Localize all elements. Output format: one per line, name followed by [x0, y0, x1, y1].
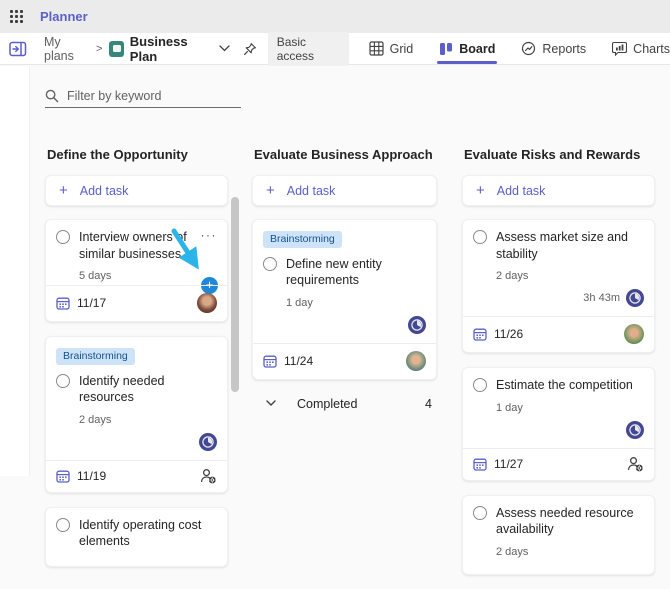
task-title: Estimate the competition: [496, 377, 644, 394]
due-date: 11/26: [494, 327, 523, 341]
tab-grid[interactable]: Grid: [369, 33, 414, 64]
top-app-bar: Planner: [0, 0, 670, 33]
task-checkbox[interactable]: [473, 378, 487, 392]
task-title: Interview owners of similar businesses: [79, 229, 192, 262]
view-tabs: Grid Board Reports: [369, 33, 670, 64]
bucket-title: Evaluate Risks and Rewards: [464, 147, 655, 162]
task-title: Assess market size and stability: [496, 229, 644, 262]
completed-label: Completed: [297, 397, 357, 411]
task-duration: 1 day: [286, 297, 426, 309]
add-task-button[interactable]: + Add task: [462, 175, 655, 206]
filter-field[interactable]: [45, 84, 241, 108]
bucket-title: Evaluate Business Approach: [254, 147, 437, 162]
assignee-avatar[interactable]: [624, 324, 644, 344]
time-status-icon: [408, 316, 426, 334]
task-title: Identify operating cost elements: [79, 517, 217, 550]
bucket-title: Define the Opportunity: [47, 147, 228, 162]
task-checkbox[interactable]: [56, 230, 70, 244]
completed-count: 4: [425, 397, 432, 411]
label-pill[interactable]: Brainstorming: [263, 231, 342, 248]
task-checkbox[interactable]: [473, 230, 487, 244]
task-checkbox[interactable]: [473, 506, 487, 520]
column-scrollbar[interactable]: [231, 197, 239, 392]
time-status-icon: [626, 289, 644, 307]
plan-header: My plans > Business Plan Basic access Gr…: [0, 33, 670, 65]
time-logged: 3h 43m: [583, 292, 620, 304]
calendar-icon: [56, 296, 70, 310]
task-title: Define new entity requirements: [286, 256, 426, 289]
task-card[interactable]: Assess needed resource availability 2 da…: [462, 495, 655, 575]
plus-icon: +: [476, 183, 485, 198]
assign-person-icon[interactable]: [627, 456, 644, 472]
assignee-avatar[interactable]: [406, 351, 426, 371]
planner-window: Planner My plans > Business Plan Basic a…: [0, 0, 670, 476]
more-icon[interactable]: ···: [201, 229, 218, 239]
time-status-icon: [199, 433, 217, 451]
left-rail: [0, 66, 30, 476]
task-duration: 1 day: [496, 402, 644, 414]
task-duration: 5 days: [79, 270, 217, 282]
plus-icon: +: [59, 183, 68, 198]
search-icon: [45, 89, 59, 103]
task-card[interactable]: Brainstorming Define new entity requirem…: [252, 219, 437, 380]
task-checkbox[interactable]: [263, 257, 277, 271]
task-duration: 2 days: [496, 270, 644, 282]
tab-board[interactable]: Board: [439, 33, 495, 64]
app-title[interactable]: Planner: [40, 9, 88, 24]
chevron-down-icon[interactable]: [219, 45, 230, 52]
completed-section-toggle[interactable]: Completed 4: [252, 397, 437, 411]
calendar-icon: [473, 457, 487, 471]
task-checkbox[interactable]: [56, 518, 70, 532]
task-card[interactable]: Interview owners of similar businesses ·…: [45, 219, 228, 322]
bucket-define-the-opportunity: Define the Opportunity + Add task Interv…: [45, 147, 228, 581]
breadcrumb-my-plans[interactable]: My plans: [44, 35, 89, 63]
task-title: Assess needed resource availability: [496, 505, 644, 538]
calendar-icon: [263, 354, 277, 368]
bucket-evaluate-risks-and-rewards: Evaluate Risks and Rewards + Add task As…: [462, 147, 655, 589]
board-icon: [439, 42, 453, 56]
task-card[interactable]: Brainstorming Identify needed resources …: [45, 336, 228, 493]
sidebar-toggle-icon[interactable]: [9, 41, 27, 57]
due-date: 11/27: [494, 457, 523, 471]
task-checkbox[interactable]: [56, 374, 70, 388]
calendar-icon: [473, 327, 487, 341]
tab-reports[interactable]: Reports: [521, 33, 586, 64]
charts-icon: [612, 41, 627, 56]
chevron-down-icon: [266, 400, 276, 407]
plan-title: Business Plan: [130, 34, 210, 64]
due-date: 11/24: [284, 354, 313, 368]
bucket-evaluate-business-approach: Evaluate Business Approach + Add task Br…: [252, 147, 437, 411]
plan-logo: [109, 41, 123, 57]
task-card[interactable]: Identify operating cost elements: [45, 507, 228, 567]
pin-icon[interactable]: [243, 42, 257, 56]
access-level-badge: Basic access: [268, 32, 349, 66]
app-launcher-icon[interactable]: [10, 10, 23, 23]
label-pill[interactable]: Brainstorming: [56, 348, 135, 365]
reports-icon: [521, 41, 536, 56]
plus-icon: +: [266, 183, 275, 198]
filter-input[interactable]: [67, 89, 227, 103]
task-duration: 2 days: [79, 414, 217, 426]
time-status-icon: [626, 421, 644, 439]
assignee-avatar[interactable]: [197, 293, 217, 313]
tab-charts[interactable]: Charts: [612, 33, 670, 64]
breadcrumb-separator: >: [96, 43, 102, 55]
task-duration: 2 days: [496, 546, 644, 558]
task-card[interactable]: Assess market size and stability 2 days …: [462, 219, 655, 353]
add-task-button[interactable]: + Add task: [252, 175, 437, 206]
task-title: Identify needed resources: [79, 373, 217, 406]
due-date: 11/17: [77, 296, 106, 310]
add-task-button[interactable]: + Add task: [45, 175, 228, 206]
task-card[interactable]: Estimate the competition 1 day 11/27: [462, 367, 655, 481]
grid-icon: [369, 41, 384, 56]
